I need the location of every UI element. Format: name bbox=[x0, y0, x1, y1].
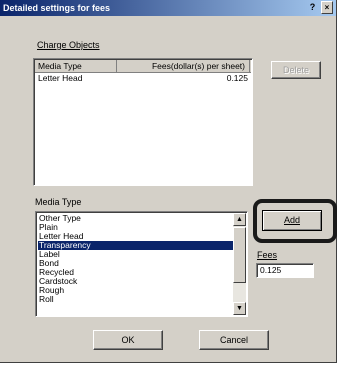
charge-objects-list[interactable]: Media Type Fees(dollar(s) per sheet) Let… bbox=[33, 58, 253, 186]
add-button-label: Add bbox=[283, 215, 300, 225]
arrow-up-icon: ▲ bbox=[236, 216, 243, 223]
ok-button[interactable]: OK bbox=[93, 330, 163, 350]
column-header-fees[interactable]: Fees(dollar(s) per sheet) bbox=[117, 60, 250, 72]
delete-button[interactable]: Delete bbox=[271, 61, 321, 79]
media-type-listbox[interactable]: Other Type Plain Letter Head Transparenc… bbox=[35, 211, 248, 317]
help-button[interactable]: ? bbox=[307, 1, 318, 14]
window-title: Detailed settings for fees bbox=[3, 3, 111, 13]
listbox-scrollbar[interactable]: ▲ ▼ bbox=[233, 213, 246, 315]
list-item[interactable]: Label bbox=[38, 250, 235, 259]
fee-settings-dialog: Detailed settings for fees ? × Charge Ob… bbox=[0, 0, 337, 363]
list-item[interactable]: Rough bbox=[38, 286, 235, 295]
list-item[interactable]: Cardstock bbox=[38, 277, 235, 286]
cancel-button[interactable]: Cancel bbox=[199, 330, 269, 350]
fees-input[interactable]: 0.125 bbox=[256, 263, 314, 278]
table-row[interactable]: Letter Head 0.125 bbox=[38, 73, 248, 84]
list-item[interactable]: Roll bbox=[38, 295, 235, 304]
list-header: Media Type Fees(dollar(s) per sheet) bbox=[35, 60, 251, 73]
row-fee: 0.125 bbox=[226, 73, 248, 83]
row-media-type: Letter Head bbox=[38, 73, 83, 83]
close-button[interactable]: × bbox=[321, 1, 333, 14]
list-item-selected[interactable]: Transparency bbox=[38, 241, 235, 250]
column-header-media-type[interactable]: Media Type bbox=[35, 60, 117, 72]
scroll-up-button[interactable]: ▲ bbox=[233, 213, 246, 226]
scroll-thumb[interactable] bbox=[233, 227, 246, 283]
list-item[interactable]: Other Type bbox=[38, 214, 235, 223]
media-type-label: Media Type bbox=[35, 197, 82, 207]
title-bar[interactable]: Detailed settings for fees ? × bbox=[0, 0, 336, 16]
close-icon: × bbox=[324, 3, 330, 12]
arrow-down-icon: ▼ bbox=[236, 305, 243, 312]
scroll-down-button[interactable]: ▼ bbox=[233, 302, 246, 315]
add-button[interactable]: Add bbox=[262, 210, 322, 231]
fees-label: Fees bbox=[257, 250, 278, 260]
charge-objects-label: Charge Objects bbox=[37, 40, 100, 50]
